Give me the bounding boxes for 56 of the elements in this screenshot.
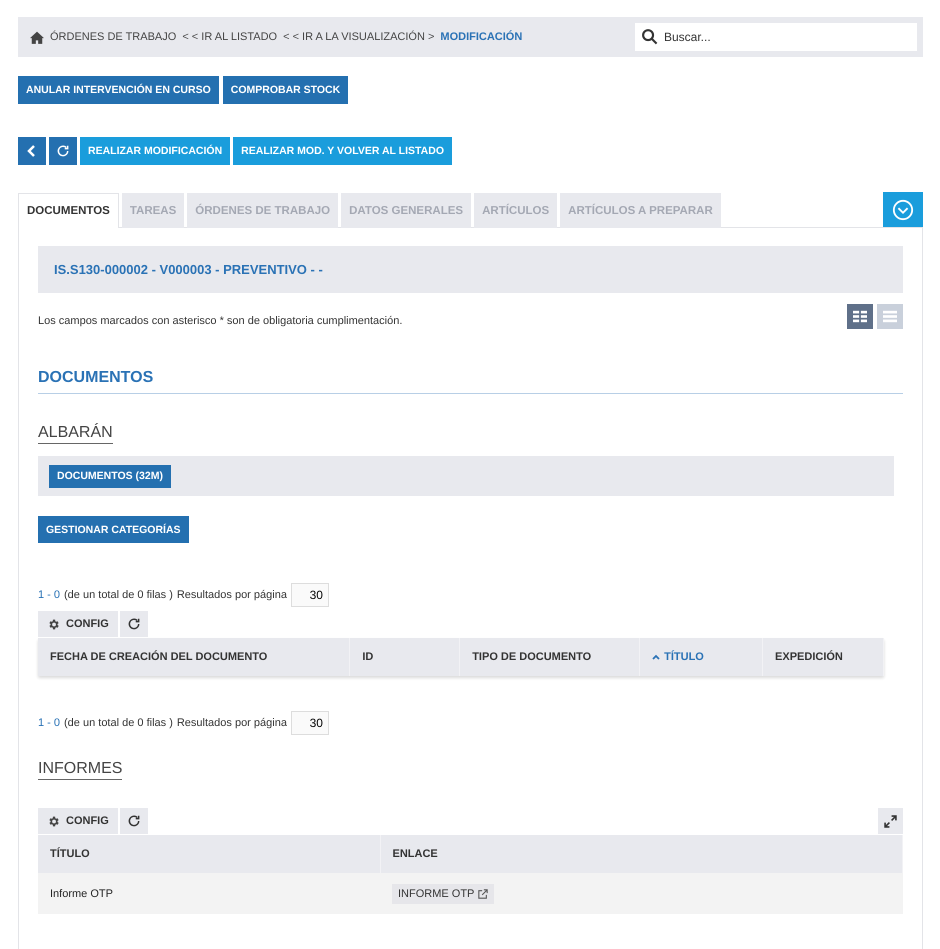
view-toggle[interactable] [847, 304, 873, 329]
section-title: DOCUMENTOS [38, 369, 903, 394]
per-page-label: Resultados por página [176, 589, 287, 601]
subsection-title: ALBARÁN [38, 424, 113, 444]
refresh-icon [126, 617, 141, 631]
external-link-icon [478, 888, 488, 898]
breadcrumb-link[interactable]: < < IR A LA VISUALIZACIÓN > [283, 31, 434, 43]
gear-icon [47, 814, 60, 828]
required-fields-note: Los campos marcados con asterisco * son de obligatoria cumplimentación. [38, 314, 402, 326]
view-toggle[interactable] [877, 304, 903, 329]
table-cell: Informe OTP [38, 873, 380, 914]
gear-icon [47, 618, 60, 630]
documents-button[interactable]: DOCUMENTOS (32M) [49, 464, 171, 488]
breadcrumb-link[interactable]: ÓRDENES DE TRABAJO [50, 31, 176, 43]
config-button[interactable]: CONFIG [38, 808, 118, 834]
report-link[interactable]: INFORME OTP [392, 884, 494, 904]
refresh-icon [126, 814, 141, 828]
breadcrumb-link[interactable]: < < IR AL LISTADO [182, 31, 278, 43]
per-page-field[interactable]: 30 [290, 711, 329, 735]
manage-categories-button[interactable]: GESTIONAR CATEGORÍAS [38, 516, 189, 543]
search-icon [641, 28, 658, 45]
column-header[interactable]: FECHA DE CREACIÓN DEL DOCUMENTO [38, 638, 350, 676]
refresh-icon [56, 144, 70, 158]
breadcrumb-link[interactable]: MODIFICACIÓN [440, 31, 522, 43]
list-view-icon [883, 310, 897, 323]
record-title: IS.S130-000002 - V000003 - PREVENTIVO - - [38, 246, 903, 293]
tab[interactable]: DOCUMENTOS [18, 193, 119, 228]
column-header[interactable]: ENLACE [380, 835, 902, 873]
chevron-left-icon [27, 145, 37, 157]
config-button[interactable]: CONFIG [38, 611, 118, 637]
expand-icon [884, 814, 897, 828]
action-button[interactable]: COMPROBAR STOCK [222, 76, 348, 104]
row-count-text: (de un total de 0 filas ) [64, 589, 173, 601]
per-page-field[interactable]: 30 [290, 583, 329, 607]
home-icon[interactable] [30, 30, 44, 44]
back-button[interactable] [18, 137, 46, 165]
page-range-link[interactable]: 1 - 0 [38, 717, 60, 729]
search-field[interactable]: Buscar... [635, 23, 917, 51]
fullscreen-button[interactable] [878, 808, 903, 834]
subsection-title: INFORMES [38, 760, 122, 780]
page-range-link[interactable]: 1 - 0 [38, 589, 60, 601]
row-count-text: (de un total de 0 filas ) [64, 717, 173, 729]
grid-view-icon [853, 310, 867, 323]
action-button[interactable]: ANULAR INTERVENCIÓN EN CURSO [18, 76, 219, 104]
column-header[interactable]: TÍTULO [640, 638, 763, 676]
chevron-down-circle-icon [892, 198, 914, 220]
sort-ascending-icon [652, 654, 660, 660]
column-header[interactable]: EXPEDICIÓN [762, 638, 884, 676]
column-header[interactable]: TÍTULO [38, 835, 380, 873]
refresh-button[interactable] [120, 611, 148, 637]
refresh-button[interactable] [49, 137, 77, 165]
per-page-label: Resultados por página [176, 717, 287, 729]
refresh-button[interactable] [120, 808, 148, 834]
column-header[interactable]: TIPO DE DOCUMENTO [460, 638, 640, 676]
expand-button[interactable] [883, 192, 923, 227]
column-header[interactable]: ID [350, 638, 460, 676]
